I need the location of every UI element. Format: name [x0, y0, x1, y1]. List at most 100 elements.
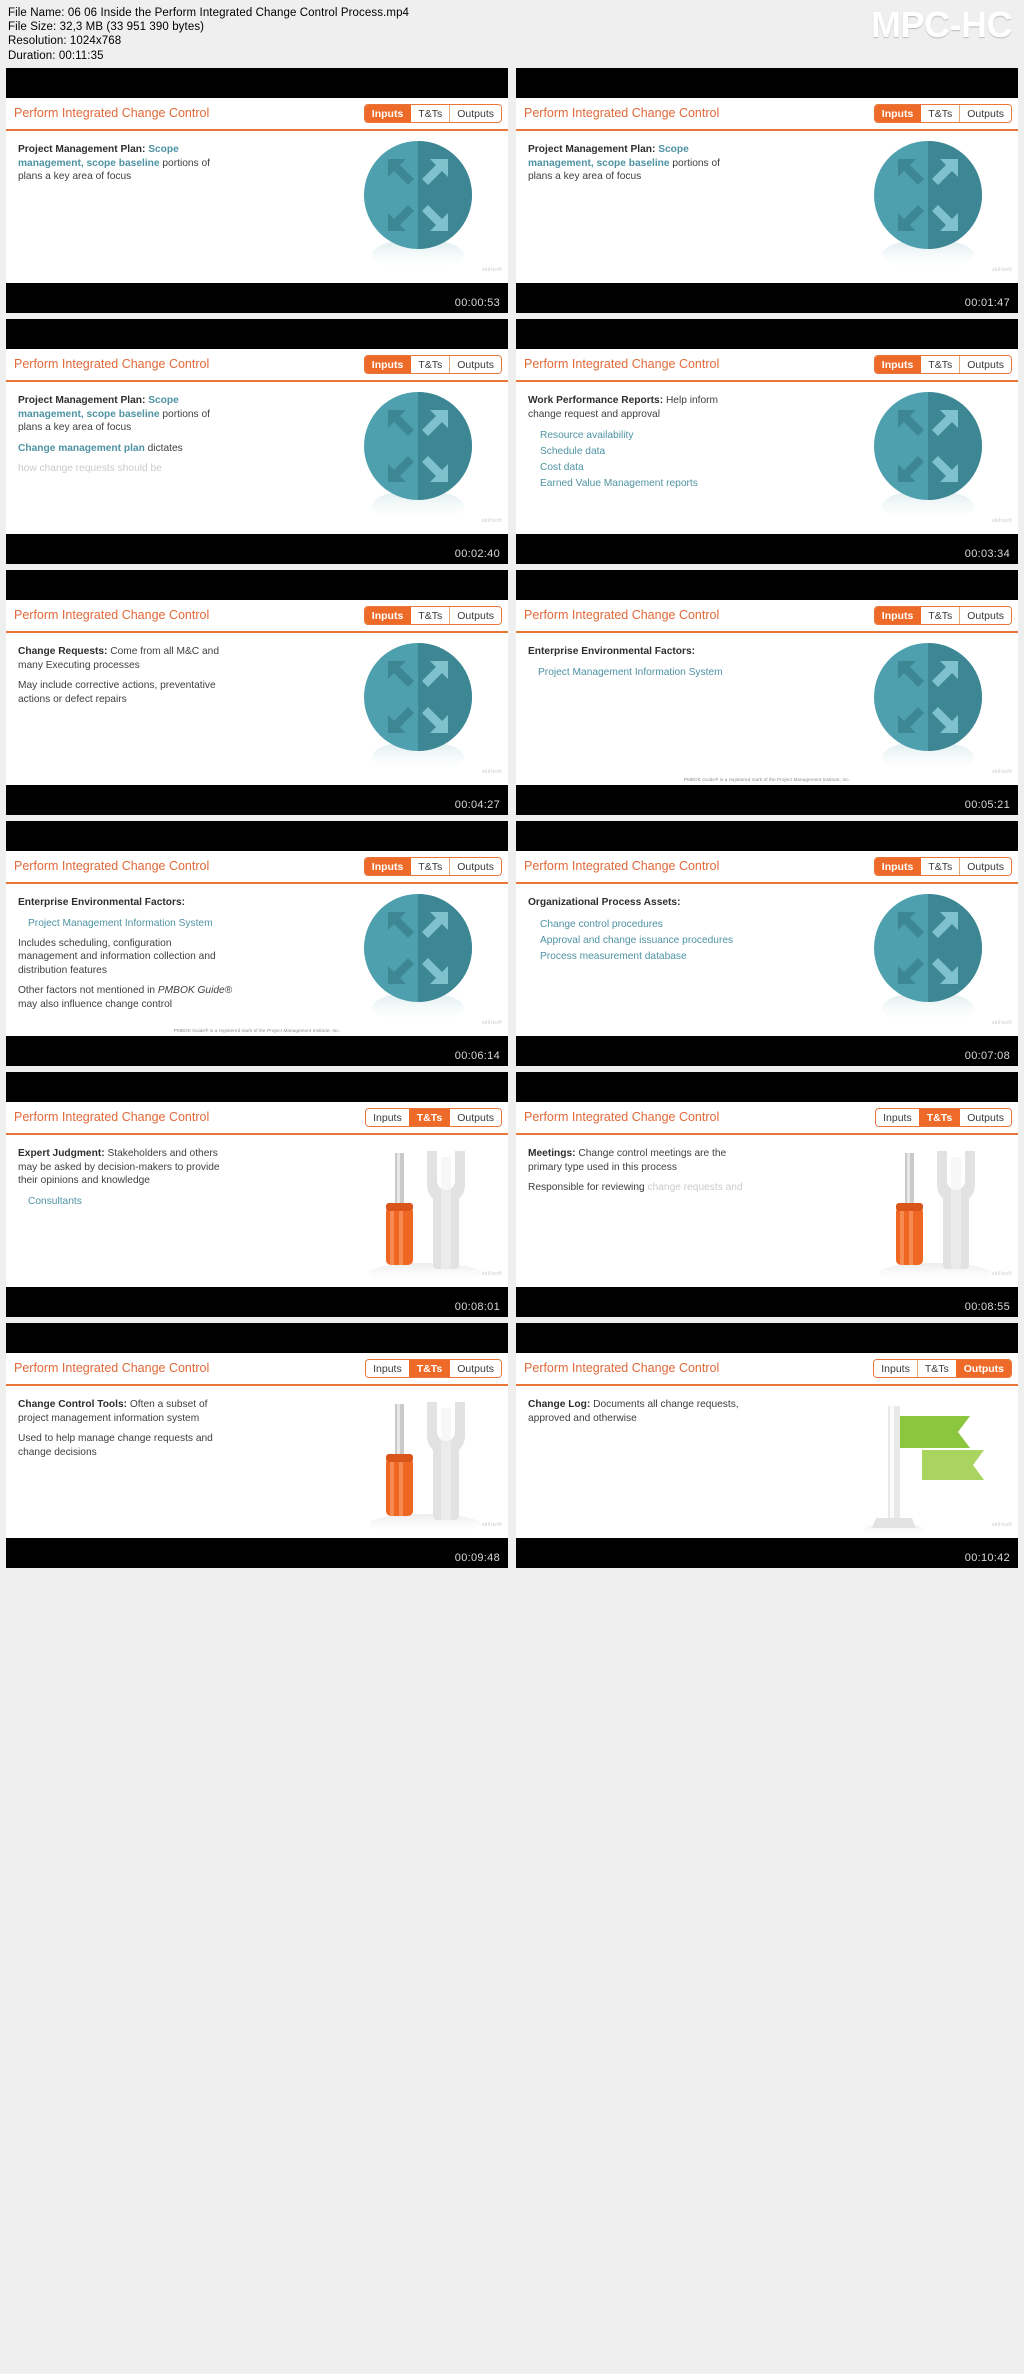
tab-group[interactable]: Inputs T&Ts Outputs: [363, 355, 502, 374]
tab-outputs[interactable]: Outputs: [449, 105, 501, 122]
video-thumbnail[interactable]: Perform Integrated Change Control Inputs…: [516, 1323, 1018, 1568]
slide-text-column: Work Performance Reports: Help inform ch…: [528, 394, 743, 492]
tab-group[interactable]: Inputs T&Ts Outputs: [363, 857, 502, 876]
tab-t-ts[interactable]: T&Ts: [920, 858, 960, 875]
tab-inputs[interactable]: Inputs: [876, 1109, 919, 1126]
video-thumbnail[interactable]: Perform Integrated Change Control Inputs…: [6, 319, 508, 564]
tab-group[interactable]: Inputs T&Ts Outputs: [873, 355, 1012, 374]
tab-inputs[interactable]: Inputs: [874, 858, 921, 875]
tab-inputs[interactable]: Inputs: [364, 105, 411, 122]
video-thumbnail[interactable]: Perform Integrated Change Control Inputs…: [516, 319, 1018, 564]
run-text: how change requests should be: [18, 463, 162, 475]
skillsoft-watermark: skillsoft: [482, 267, 502, 273]
video-thumbnail[interactable]: Perform Integrated Change Control Inputs…: [6, 68, 508, 313]
tab-group[interactable]: Inputs T&Ts Outputs: [875, 1108, 1012, 1127]
thumbnail-timestamp: 00:07:08: [964, 1050, 1010, 1062]
circle-arrows-graphic: [866, 388, 990, 528]
tab-outputs[interactable]: Outputs: [959, 1109, 1011, 1126]
slide-body: Meetings: Change control meetings are th…: [516, 1135, 1018, 1287]
tab-outputs[interactable]: Outputs: [959, 858, 1011, 875]
bullet-item: Cost data: [540, 462, 584, 474]
tab-t-ts[interactable]: T&Ts: [920, 356, 960, 373]
slide-body: Project Management Plan: Scope managemen…: [6, 131, 508, 283]
tab-inputs[interactable]: Inputs: [364, 607, 411, 624]
tab-group[interactable]: Inputs T&Ts Outputs: [365, 1108, 502, 1127]
video-thumbnail[interactable]: Perform Integrated Change Control Inputs…: [516, 1072, 1018, 1317]
tab-t-ts[interactable]: T&Ts: [920, 607, 960, 624]
tab-outputs[interactable]: Outputs: [959, 105, 1011, 122]
paragraph: Used to help manage change requests and …: [18, 1432, 233, 1459]
tools-graphic: [355, 1388, 490, 1536]
slide-title: Perform Integrated Change Control: [14, 1110, 210, 1125]
slide-body: Change Control Tools: Often a subset of …: [6, 1386, 508, 1538]
bullet-item: Resource availability: [540, 430, 634, 442]
video-thumbnail[interactable]: Perform Integrated Change Control Inputs…: [516, 68, 1018, 313]
tab-t-ts[interactable]: T&Ts: [918, 1109, 960, 1126]
slide-frame: Perform Integrated Change Control Inputs…: [6, 349, 508, 534]
thumbnail-timestamp: 00:10:42: [964, 1552, 1010, 1564]
file-size-label: File Size: 32,3 MB (33 951 390 bytes): [8, 21, 205, 34]
slide-title: Perform Integrated Change Control: [524, 1361, 720, 1376]
tools-graphic: [355, 1137, 490, 1285]
tab-inputs[interactable]: Inputs: [364, 858, 411, 875]
tab-t-ts[interactable]: T&Ts: [408, 1360, 450, 1377]
tab-t-ts[interactable]: T&Ts: [410, 858, 450, 875]
video-thumbnail[interactable]: Perform Integrated Change Control Inputs…: [6, 1072, 508, 1317]
tab-inputs[interactable]: Inputs: [874, 1360, 917, 1377]
tab-outputs[interactable]: Outputs: [959, 356, 1011, 373]
tab-inputs[interactable]: Inputs: [874, 356, 921, 373]
tab-group[interactable]: Inputs T&Ts Outputs: [873, 606, 1012, 625]
slide-body: Enterprise Environmental Factors: Project…: [516, 633, 1018, 785]
circle-arrows-graphic: [356, 388, 480, 528]
video-thumbnail[interactable]: Perform Integrated Change Control Inputs…: [6, 821, 508, 1066]
video-thumbnail[interactable]: Perform Integrated Change Control Inputs…: [6, 570, 508, 815]
tab-inputs[interactable]: Inputs: [874, 105, 921, 122]
run-text: Responsible for reviewing: [528, 1182, 648, 1194]
tab-group[interactable]: Inputs T&Ts Outputs: [363, 606, 502, 625]
file-name-label: File Name: 06 06 Inside the Perform Inte…: [8, 7, 410, 19]
video-thumbnail[interactable]: Perform Integrated Change Control Inputs…: [516, 821, 1018, 1066]
run-text: Includes scheduling, configuration manag…: [18, 937, 216, 976]
slide-title: Perform Integrated Change Control: [524, 357, 720, 372]
tab-outputs[interactable]: Outputs: [959, 607, 1011, 624]
run-text: Used to help manage change requests and …: [18, 1433, 213, 1458]
slide-header: Perform Integrated Change Control Inputs…: [6, 1353, 508, 1386]
mpc-hc-logo: MPC-HC: [871, 4, 1012, 45]
tab-group[interactable]: Inputs T&Ts Outputs: [873, 857, 1012, 876]
slide-title: Perform Integrated Change Control: [14, 859, 210, 874]
video-thumbnail[interactable]: Perform Integrated Change Control Inputs…: [6, 1323, 508, 1568]
resolution-label: Resolution: 1024x768: [8, 35, 122, 48]
tab-t-ts[interactable]: T&Ts: [408, 1109, 450, 1126]
tab-group[interactable]: Inputs T&Ts Outputs: [363, 104, 502, 123]
tab-t-ts[interactable]: T&Ts: [410, 607, 450, 624]
tab-inputs[interactable]: Inputs: [364, 356, 411, 373]
tab-t-ts[interactable]: T&Ts: [410, 356, 450, 373]
tab-outputs[interactable]: Outputs: [449, 1360, 501, 1377]
slide-title: Perform Integrated Change Control: [524, 608, 720, 623]
tab-inputs[interactable]: Inputs: [366, 1360, 409, 1377]
tab-outputs[interactable]: Outputs: [449, 607, 501, 624]
tab-outputs[interactable]: Outputs: [449, 1109, 501, 1126]
tab-outputs[interactable]: Outputs: [449, 356, 501, 373]
tab-t-ts[interactable]: T&Ts: [410, 105, 450, 122]
thumbnail-timestamp: 00:05:21: [964, 799, 1010, 811]
tab-group[interactable]: Inputs T&Ts Outputs: [873, 1359, 1012, 1378]
tab-t-ts[interactable]: T&Ts: [920, 105, 960, 122]
slide-header: Perform Integrated Change Control Inputs…: [516, 1353, 1018, 1386]
tab-inputs[interactable]: Inputs: [366, 1109, 409, 1126]
tab-group[interactable]: Inputs T&Ts Outputs: [873, 104, 1012, 123]
run-text: May include corrective actions, preventa…: [18, 680, 216, 705]
tab-group[interactable]: Inputs T&Ts Outputs: [365, 1359, 502, 1378]
slide-header: Perform Integrated Change Control Inputs…: [6, 349, 508, 382]
tab-outputs[interactable]: Outputs: [449, 858, 501, 875]
tab-outputs[interactable]: Outputs: [955, 1360, 1011, 1377]
paragraph: Work Performance Reports: Help inform ch…: [528, 394, 743, 421]
slide-text-column: Change Log: Documents all change request…: [528, 1398, 743, 1425]
tab-t-ts[interactable]: T&Ts: [916, 1360, 956, 1377]
skillsoft-watermark: skillsoft: [992, 267, 1012, 273]
video-thumbnail[interactable]: Perform Integrated Change Control Inputs…: [516, 570, 1018, 815]
tab-inputs[interactable]: Inputs: [874, 607, 921, 624]
thumbnail-timestamp: 00:03:34: [964, 548, 1010, 560]
thumbnail-timestamp: 00:08:01: [454, 1301, 500, 1313]
thumbnail-timestamp: 00:04:27: [454, 799, 500, 811]
